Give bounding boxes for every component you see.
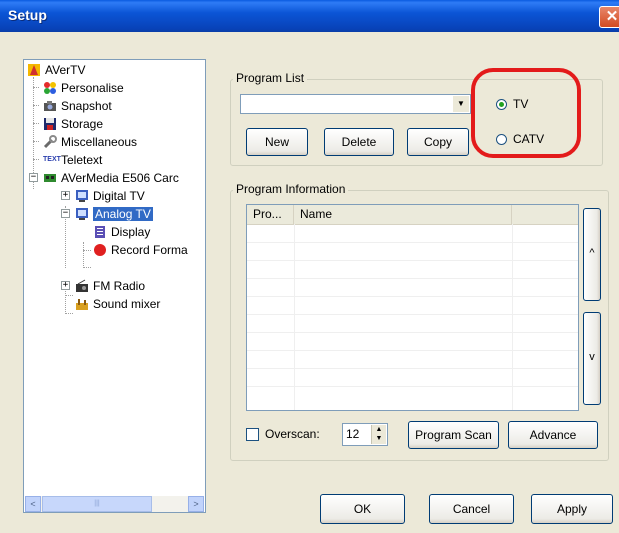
move-down-button[interactable]: v (583, 312, 601, 405)
list-header: Pro... Name (247, 205, 578, 225)
record-icon (93, 243, 107, 257)
program-list-view[interactable]: Pro... Name (246, 204, 579, 411)
grid-line (247, 386, 578, 387)
sound-mixer-icon (75, 297, 89, 311)
grid-line (247, 242, 578, 243)
tree-horizontal-scrollbar[interactable]: < ||| > (25, 496, 204, 512)
delete-button[interactable]: Delete (324, 128, 394, 156)
grid-line (247, 332, 578, 333)
chevron-left-icon: < (30, 499, 36, 509)
tree-item-fm-radio[interactable]: FM Radio (75, 277, 145, 294)
cancel-button[interactable]: Cancel (429, 494, 514, 524)
digital-tv-icon (75, 189, 89, 203)
setup-window: Setup ✕ AVerTV Personalise Snapshot Stor… (0, 0, 619, 533)
personalise-icon (43, 81, 57, 95)
teletext-icon: TEXT (43, 155, 61, 163)
chevron-down-icon: v (589, 351, 595, 363)
spin-up-icon[interactable]: ▲ (372, 425, 386, 434)
program-list-combo[interactable]: ▼ (240, 94, 471, 114)
column-header-name[interactable]: Name (294, 205, 512, 224)
grid-line (512, 224, 513, 410)
tree-item-display[interactable]: Display (93, 223, 150, 240)
tree-line (83, 242, 84, 268)
tree-line (33, 105, 39, 106)
tree-line (33, 123, 39, 124)
tree-item-avermedia-card[interactable]: AVerMedia E506 Carc (43, 169, 179, 186)
program-information-legend: Program Information (233, 182, 349, 196)
overscan-value: 12 (346, 427, 360, 441)
close-icon: ✕ (605, 8, 619, 25)
radio-icon (75, 279, 89, 293)
chevron-up-icon: ^ (589, 247, 595, 259)
overscan-spinbox[interactable]: 12 ▲ ▼ (342, 423, 388, 446)
chevron-right-icon: > (193, 499, 199, 509)
scroll-thumb[interactable]: ||| (42, 496, 152, 512)
tv-card-icon (43, 171, 57, 185)
scroll-right-button[interactable]: > (188, 496, 204, 512)
column-header-program[interactable]: Pro... (247, 205, 294, 224)
grid-line (247, 314, 578, 315)
tree-item-miscellaneous[interactable]: Miscellaneous (43, 133, 137, 150)
tree-line (83, 267, 91, 268)
program-scan-button[interactable]: Program Scan (408, 421, 499, 449)
tree-item-analog-tv[interactable]: Analog TV (75, 205, 153, 222)
ok-button[interactable]: OK (320, 494, 405, 524)
close-button[interactable]: ✕ (599, 6, 619, 28)
floppy-disk-icon (43, 117, 57, 131)
grid-line (247, 278, 578, 279)
chevron-down-icon: ▼ (457, 99, 465, 108)
spin-buttons[interactable]: ▲ ▼ (371, 425, 386, 444)
avertv-icon (27, 63, 41, 77)
display-icon (93, 225, 107, 239)
settings-tree[interactable]: AVerTV Personalise Snapshot Storage Misc… (23, 59, 206, 513)
analog-tv-icon (75, 207, 89, 221)
tree-item-digital-tv[interactable]: Digital TV (75, 187, 145, 204)
tree-item-teletext[interactable]: TEXT Teletext (43, 151, 102, 168)
advance-button[interactable]: Advance (508, 421, 598, 449)
tree-item-personalise[interactable]: Personalise (43, 79, 124, 96)
tree-line (65, 313, 73, 314)
new-button[interactable]: New (246, 128, 308, 156)
tree-item-storage[interactable]: Storage (43, 115, 103, 132)
tree-item-avertv[interactable]: AVerTV (27, 61, 85, 78)
grid-line (247, 296, 578, 297)
tree-item-record-format[interactable]: Record Forma (93, 241, 188, 258)
tree-line (33, 87, 39, 88)
program-list-legend: Program List (233, 71, 308, 85)
overscan-label: Overscan: (265, 427, 320, 441)
tree-line (83, 250, 91, 251)
title-bar: Setup ✕ (0, 0, 619, 32)
highlight-circle (471, 68, 581, 158)
grid-line (247, 260, 578, 261)
camera-icon (43, 99, 57, 113)
tree-line (33, 159, 39, 160)
tree-line (33, 141, 39, 142)
tree-collapse-toggle[interactable]: − (61, 209, 70, 218)
window-title: Setup (8, 7, 47, 23)
overscan-checkbox[interactable] (246, 428, 259, 441)
grid-line (294, 224, 295, 410)
tree-item-sound-mixer[interactable]: Sound mixer (75, 295, 160, 312)
tree-expand-toggle[interactable]: + (61, 191, 70, 200)
grid-line (247, 368, 578, 369)
spin-down-icon[interactable]: ▼ (372, 434, 386, 443)
column-header-empty (512, 205, 578, 224)
tree-line (65, 295, 73, 296)
tree-collapse-toggle[interactable]: − (29, 173, 38, 182)
tree-item-snapshot[interactable]: Snapshot (43, 97, 112, 114)
copy-button[interactable]: Copy (407, 128, 469, 156)
combo-dropdown-button[interactable]: ▼ (453, 96, 469, 112)
tree-line (65, 286, 66, 314)
tree-expand-toggle[interactable]: + (61, 281, 70, 290)
wrench-icon (43, 134, 57, 149)
scroll-left-button[interactable]: < (25, 496, 41, 512)
move-up-button[interactable]: ^ (583, 208, 601, 301)
grid-line (247, 350, 578, 351)
apply-button[interactable]: Apply (531, 494, 613, 524)
